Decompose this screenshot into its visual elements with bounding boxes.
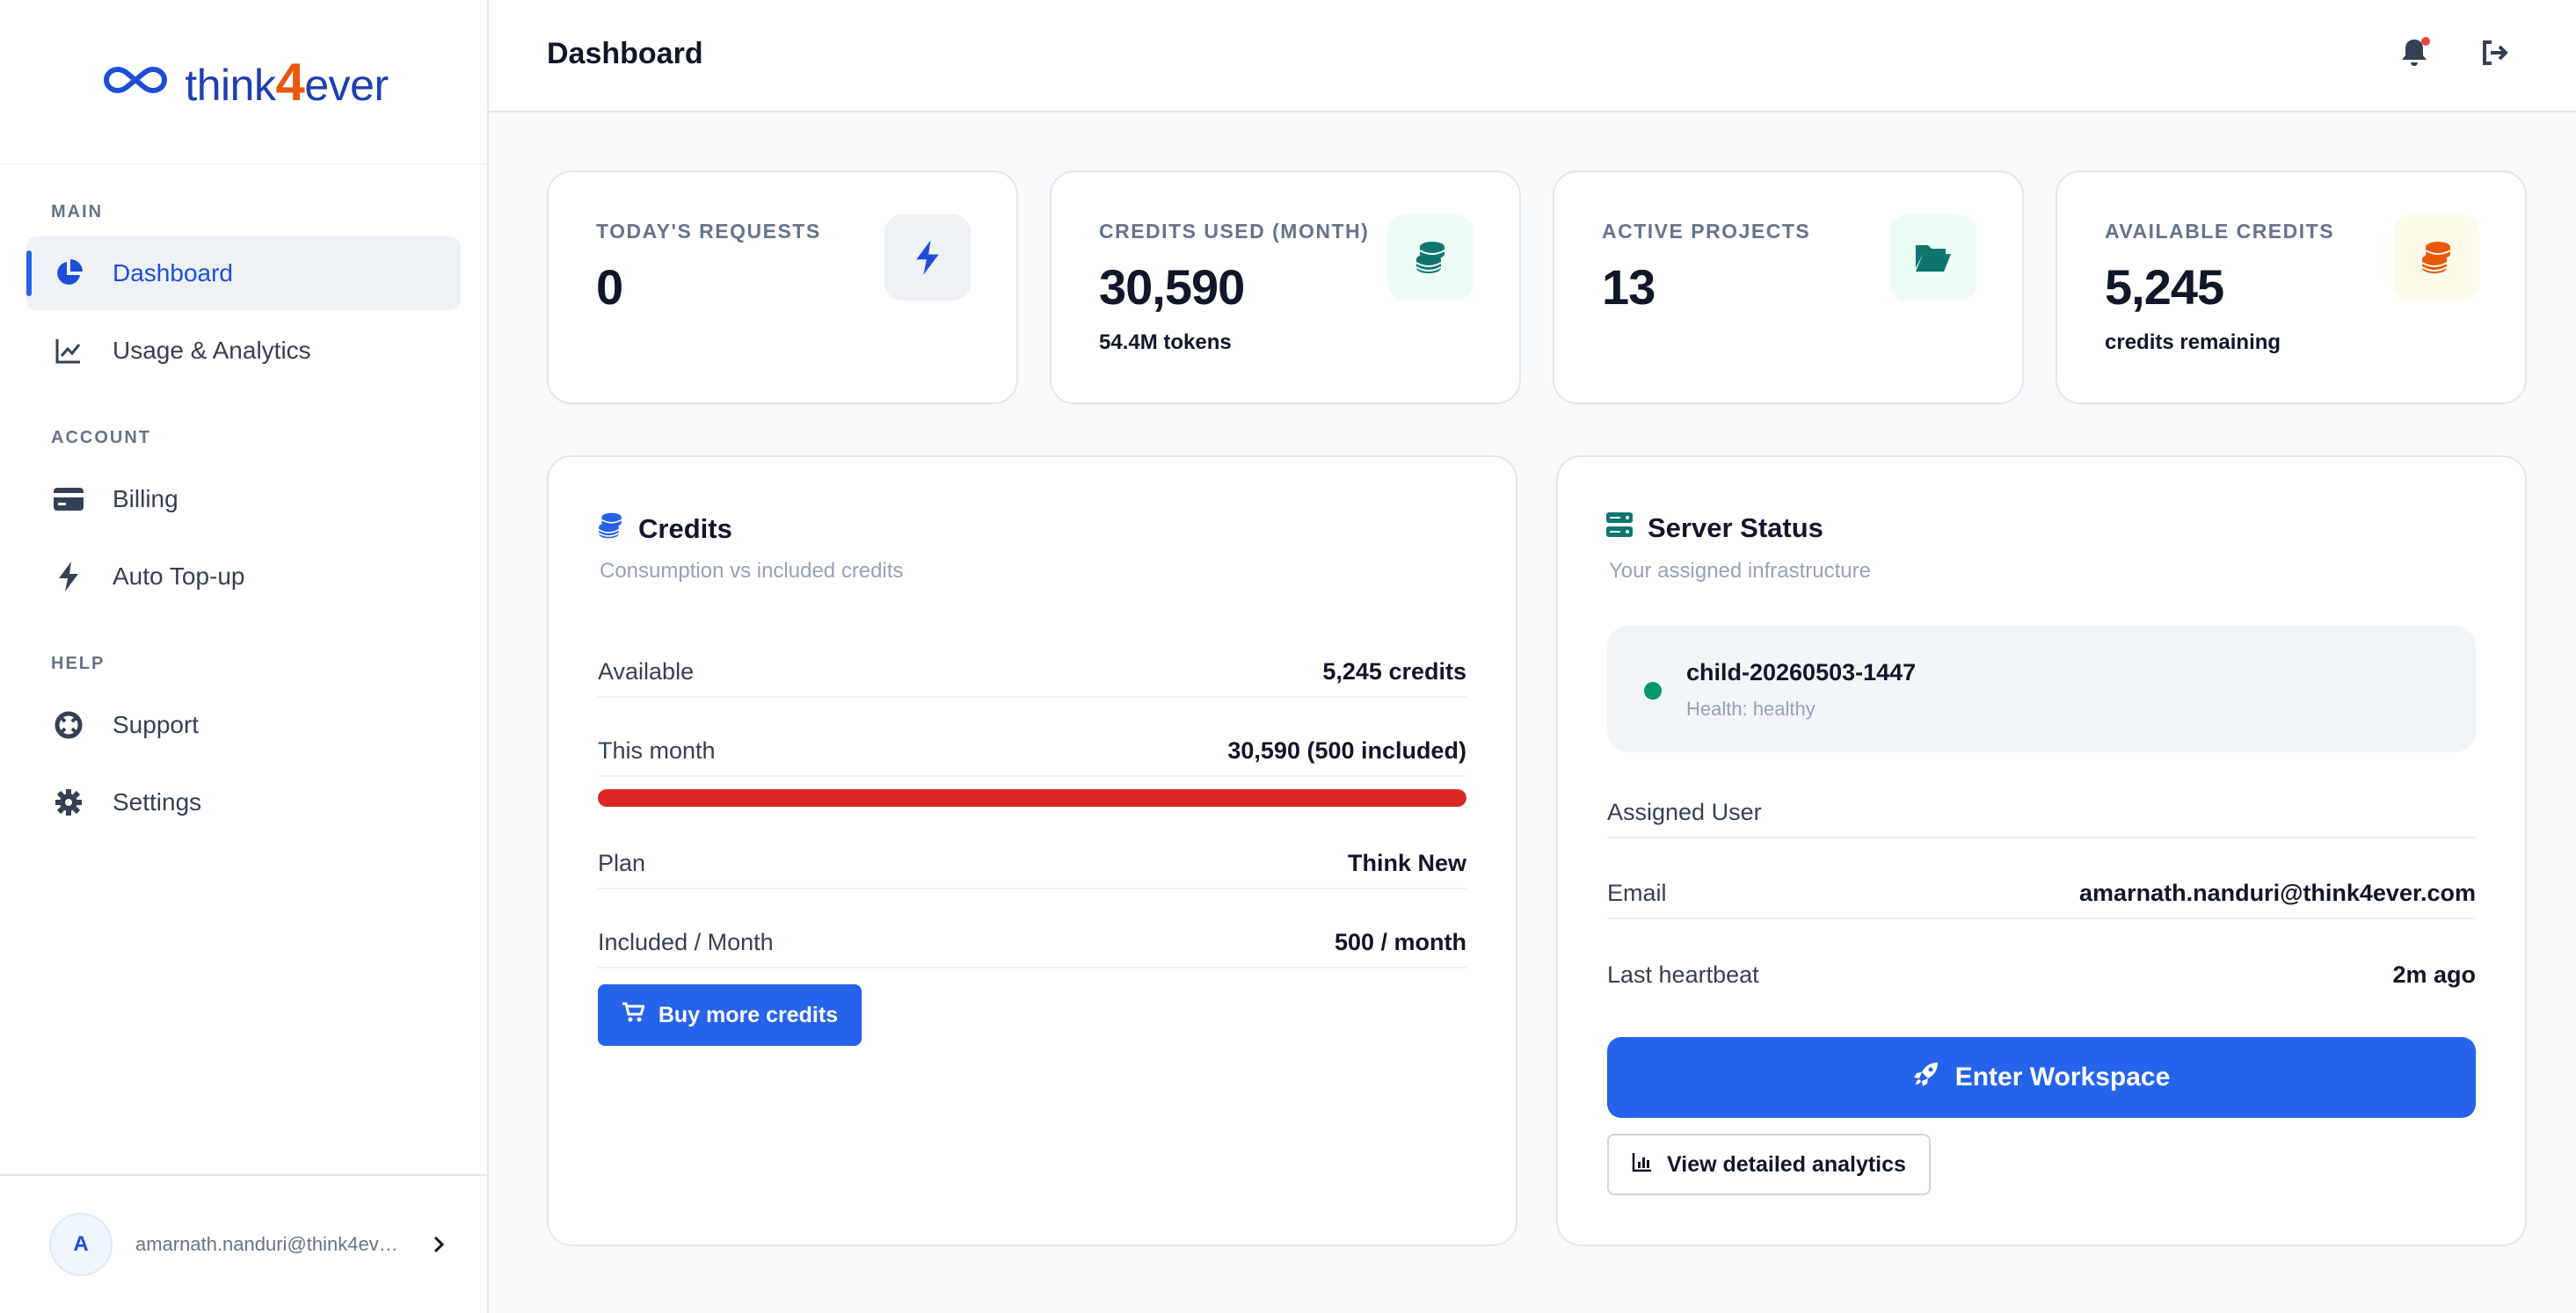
lifebuoy-icon (51, 707, 86, 743)
avatar: A (49, 1213, 113, 1276)
panel-title: Server Status (1605, 511, 1823, 545)
sidebar-item-label: Dashboard (113, 259, 233, 287)
panel-subtitle: Consumption vs included credits (600, 559, 904, 583)
sidebar: think4ever MAIN Dashboard Usage & Analyt… (0, 0, 489, 1313)
server-icon (1605, 511, 1634, 545)
row-value: amarnath.nanduri@think4ever.com (2079, 879, 2476, 906)
pie-chart-icon (51, 256, 86, 291)
brand-logo[interactable]: think4ever (0, 0, 487, 165)
infinity-icon (98, 62, 172, 102)
server-name: child-20260503-1447 (1686, 659, 1917, 686)
page-title: Dashboard (547, 37, 703, 70)
user-menu[interactable]: A amarnath.nanduri@think4ever.com (0, 1174, 487, 1313)
row-label: Last heartbeat (1607, 961, 1759, 988)
bolt-icon (51, 559, 86, 594)
row-value: 30,590 (500 included) (1227, 736, 1466, 764)
row-value: Think New (1347, 849, 1466, 876)
stat-card-active-projects: ACTIVE PROJECTS 13 (1553, 170, 2024, 404)
row-value: 2m ago (2392, 961, 2476, 988)
stat-value: 13 (1602, 259, 1655, 315)
nav-section-main: MAIN Dashboard Usage & Analytics ACCOUNT… (0, 202, 487, 839)
cart-icon (622, 1002, 645, 1029)
section-label-account: ACCOUNT (51, 428, 151, 447)
row-value: 500 / month (1334, 928, 1466, 955)
row-label: This month (598, 736, 716, 764)
section-label-help: HELP (51, 654, 106, 673)
notification-dot (2421, 37, 2430, 46)
folder-open-icon (1890, 214, 1976, 301)
stat-value: 0 (596, 259, 623, 315)
credits-usage-progress (598, 789, 1466, 807)
buy-credits-button[interactable]: Buy more credits (598, 984, 862, 1046)
row-label: Plan (598, 849, 646, 876)
row-label: Assigned User (1607, 798, 1762, 825)
stat-card-available-credits: AVAILABLE CREDITS 5,245 credits remainin… (2056, 170, 2527, 404)
coins-icon (2393, 214, 2479, 301)
coins-icon (1387, 214, 1474, 301)
notifications-button[interactable] (2395, 35, 2434, 74)
server-instance-card: child-20260503-1447 Health: healthy (1607, 626, 2476, 752)
credits-row-month: This month 30,590 (500 included) (598, 726, 1466, 777)
server-row-assigned-user: Assigned User (1607, 787, 2476, 838)
top-header: Dashboard (489, 0, 2576, 112)
stat-card-credits-used: CREDITS USED (MONTH) 30,590 54.4M tokens (1050, 170, 1521, 404)
credits-panel: Credits Consumption vs included credits … (547, 455, 1517, 1246)
stat-value: 5,245 (2105, 259, 2224, 315)
stat-label: AVAILABLE CREDITS (2105, 220, 2335, 243)
row-label: Available (598, 657, 695, 685)
sidebar-item-usage-analytics[interactable]: Usage & Analytics (26, 314, 461, 388)
sidebar-item-auto-topup[interactable]: Auto Top-up (26, 540, 461, 613)
gear-icon (51, 785, 86, 820)
sidebar-item-label: Auto Top-up (113, 562, 245, 590)
panel-title: Credits (596, 511, 732, 547)
view-analytics-button[interactable]: View detailed analytics (1607, 1134, 1931, 1195)
stat-sub: 54.4M tokens (1099, 330, 1232, 354)
server-row-email: Email amarnath.nanduri@think4ever.com (1607, 868, 2476, 919)
logout-button[interactable] (2476, 35, 2514, 74)
logout-icon (2480, 40, 2510, 70)
brand-name: think4ever (185, 52, 389, 112)
credits-row-available: Available 5,245 credits (598, 647, 1466, 698)
row-value: 5,245 credits (1322, 657, 1466, 685)
section-label-main: MAIN (51, 202, 104, 221)
bolt-icon (884, 214, 971, 301)
credit-card-icon (51, 482, 86, 517)
credits-row-included: Included / Month 500 / month (598, 918, 1466, 968)
stat-label: TODAY'S REQUESTS (596, 220, 821, 243)
row-label: Email (1607, 879, 1667, 906)
stat-sub: credits remaining (2105, 330, 2281, 354)
server-health: Health: healthy (1686, 698, 1816, 720)
status-dot (1644, 682, 1662, 700)
enter-workspace-button[interactable]: Enter Workspace (1607, 1037, 2476, 1118)
server-status-panel: Server Status Your assigned infrastructu… (1556, 455, 2527, 1246)
sidebar-item-settings[interactable]: Settings (26, 765, 461, 839)
user-email: amarnath.nanduri@think4ever.com (135, 1233, 408, 1255)
stat-value: 30,590 (1099, 259, 1245, 315)
sidebar-item-label: Billing (113, 485, 178, 512)
chevron-right-icon (426, 1231, 452, 1258)
row-label: Included / Month (598, 928, 774, 955)
server-row-heartbeat: Last heartbeat 2m ago (1607, 949, 2476, 1000)
sidebar-item-support[interactable]: Support (26, 688, 461, 762)
rocket-icon (1913, 1061, 1939, 1094)
coins-icon (596, 511, 624, 547)
line-chart-icon (51, 333, 86, 368)
bar-chart-icon (1632, 1151, 1653, 1179)
sidebar-item-label: Support (113, 711, 200, 738)
sidebar-item-label: Settings (113, 788, 202, 816)
progress-fill (598, 789, 1466, 807)
stat-card-requests: TODAY'S REQUESTS 0 (547, 170, 1018, 404)
sidebar-item-billing[interactable]: Billing (26, 462, 461, 536)
credits-row-plan: Plan Think New (598, 838, 1466, 889)
stat-label: ACTIVE PROJECTS (1602, 220, 1811, 243)
stat-label: CREDITS USED (MONTH) (1099, 220, 1370, 243)
sidebar-item-dashboard[interactable]: Dashboard (26, 236, 461, 310)
panel-subtitle: Your assigned infrastructure (1609, 559, 1871, 583)
sidebar-item-label: Usage & Analytics (113, 337, 311, 364)
